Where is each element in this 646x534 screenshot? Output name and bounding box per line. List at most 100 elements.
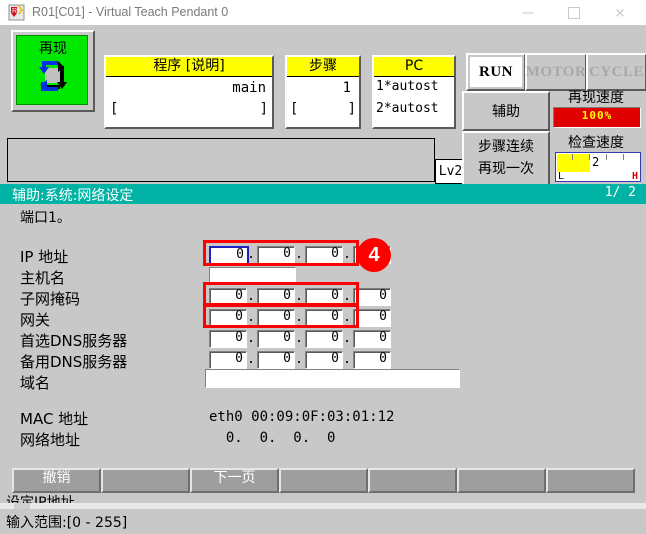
playback-speed-value: 100%	[581, 109, 613, 122]
footer-button-4[interactable]	[279, 468, 368, 493]
minimize-button[interactable]	[505, 0, 551, 25]
title-bar: R R01[C01] - Virtual Teach Pendant 0 ✕	[0, 0, 646, 26]
taskbar-item[interactable]	[14, 503, 30, 509]
primary-dns-octet-1[interactable]: 0	[209, 330, 247, 348]
svg-text:R: R	[12, 8, 17, 15]
mode-button-label: 再现	[39, 41, 67, 57]
label-domain-name: 域名	[20, 374, 51, 392]
aux-button-label: 辅助	[466, 95, 546, 127]
pc-box-header: PC	[374, 57, 454, 77]
cycle-loop-icon	[34, 58, 72, 94]
run-indicator[interactable]: RUN	[466, 53, 526, 91]
network-address-value: 0. 0. 0. 0	[209, 430, 336, 446]
step-box-header: 步骤	[287, 57, 359, 77]
primary-dns-octet-2[interactable]: 0	[257, 330, 295, 348]
check-speed-high-label: H	[631, 171, 638, 182]
close-icon: ✕	[614, 5, 626, 20]
check-speed-tick	[572, 154, 573, 160]
secondary-dns-separator: .	[247, 352, 255, 367]
program-box-body: main []	[106, 77, 272, 127]
mac-address-value: eth0 00:09:0F:03:01:12	[209, 409, 395, 425]
annotation-rect-ip-address	[203, 240, 359, 266]
check-speed-tick	[589, 154, 590, 160]
program-brackets: []	[110, 101, 268, 117]
motor-indicator-label: MOTOR	[526, 57, 586, 87]
pendant-body: 再现 程序 [说明] main [] 步骤 1 [] PC 1*autost…	[0, 25, 646, 534]
close-button[interactable]: ✕	[597, 0, 643, 25]
pc-box[interactable]: PC 1*autost 2*autost	[372, 55, 456, 129]
playback-speed-bar: 100%	[553, 107, 641, 128]
footer-button-2[interactable]	[101, 468, 190, 493]
footer-button-undo[interactable]: 撤销	[12, 468, 101, 493]
port-line: 端口1。	[20, 210, 71, 226]
check-speed-value: 2	[592, 155, 600, 169]
message-box	[7, 138, 435, 182]
label-ip-address: IP 地址	[20, 248, 69, 266]
primary-dns-separator: .	[343, 331, 351, 346]
secondary-dns-octet-1[interactable]: 0	[209, 351, 247, 369]
pc-line-1: 1*autost	[376, 79, 439, 94]
maximize-icon	[568, 6, 580, 19]
maximize-button[interactable]	[551, 0, 597, 25]
program-box-header: 程序 [说明]	[106, 57, 272, 77]
step-brackets: []	[290, 101, 356, 117]
breadcrumb-bar: 辅助:系统:网络设定 1/ 2	[0, 184, 646, 204]
hint-line-1: 设定IP地址	[6, 492, 75, 512]
cycle-mode-line-2: 再现一次	[478, 161, 534, 177]
secondary-dns-octet-4[interactable]: 0	[353, 351, 391, 369]
network-settings-panel: 端口1。 IP 地址 主机名 子网掩码 网关 首选DNS服务器 备用DNS服务器…	[0, 204, 646, 460]
secondary-dns-octet-3[interactable]: 0	[305, 351, 343, 369]
cycle-mode-line-1: 步骤连续	[478, 139, 534, 155]
primary-dns-octet-4[interactable]: 0	[353, 330, 391, 348]
footer-button-7[interactable]	[546, 468, 635, 493]
check-speed-label: 检查速度	[568, 135, 624, 151]
step-box-body: 1 []	[287, 77, 359, 127]
secondary-dns-separator: .	[295, 352, 303, 367]
program-box[interactable]: 程序 [说明] main []	[104, 55, 274, 129]
primary-dns-separator: .	[247, 331, 255, 346]
footer-button-next-page[interactable]: 下一页	[190, 468, 279, 493]
label-network-address: 网络地址	[20, 431, 81, 449]
breadcrumb: 辅助:系统:网络设定	[12, 188, 134, 204]
primary-dns-octet-3[interactable]: 0	[305, 330, 343, 348]
label-gateway: 网关	[20, 311, 51, 329]
annotation-step-badge: 4	[357, 238, 391, 272]
mode-button-playback[interactable]: 再现	[11, 30, 95, 112]
check-speed-tick	[623, 154, 624, 160]
taskbar	[0, 503, 646, 509]
application-window: R R01[C01] - Virtual Teach Pendant 0 ✕ 再…	[0, 0, 646, 534]
cycle-indicator[interactable]: CYCLE	[586, 53, 646, 91]
aux-button[interactable]: 辅助	[462, 91, 550, 131]
run-indicator-label: RUN	[470, 57, 522, 87]
label-primary-dns: 首选DNS服务器	[20, 332, 128, 350]
pc-box-body: 1*autost 2*autost	[374, 77, 454, 127]
footer-button-5[interactable]	[368, 468, 457, 493]
primary-dns-separator: .	[295, 331, 303, 346]
pc-line-2: 2*autost	[376, 101, 439, 116]
step-number: 1	[342, 80, 351, 96]
footer: 撤销 下一页 设定IP地址 输入范围:[0 - 255]	[0, 460, 646, 534]
minimize-icon	[522, 12, 534, 13]
domain-name-input[interactable]	[205, 369, 460, 388]
page-indicator: 1/ 2	[604, 185, 636, 200]
step-box[interactable]: 步骤 1 []	[285, 55, 361, 129]
secondary-dns-separator: .	[343, 352, 351, 367]
cycle-indicator-label: CYCLE	[589, 57, 644, 87]
annotation-rect-gateway	[203, 304, 359, 328]
cycle-mode-box[interactable]: 步骤连续 再现一次	[462, 131, 550, 186]
footer-button-6[interactable]	[457, 468, 546, 493]
app-icon: R	[8, 4, 25, 21]
window-title: R01[C01] - Virtual Teach Pendant 0	[32, 5, 229, 19]
label-subnet-mask: 子网掩码	[20, 290, 81, 308]
label-host-name: 主机名	[20, 269, 66, 287]
label-secondary-dns: 备用DNS服务器	[20, 353, 128, 371]
secondary-dns-octet-2[interactable]: 0	[257, 351, 295, 369]
motor-indicator[interactable]: MOTOR	[525, 53, 587, 91]
playback-speed-label: 再现速度	[568, 90, 624, 106]
check-speed-low-label: L	[558, 171, 565, 182]
label-mac-address: MAC 地址	[20, 410, 89, 428]
program-name: main	[232, 80, 266, 96]
check-speed-fill	[557, 154, 590, 172]
mode-button-face: 再现	[16, 35, 88, 105]
check-speed-slider[interactable]: 2 L H	[555, 152, 641, 182]
